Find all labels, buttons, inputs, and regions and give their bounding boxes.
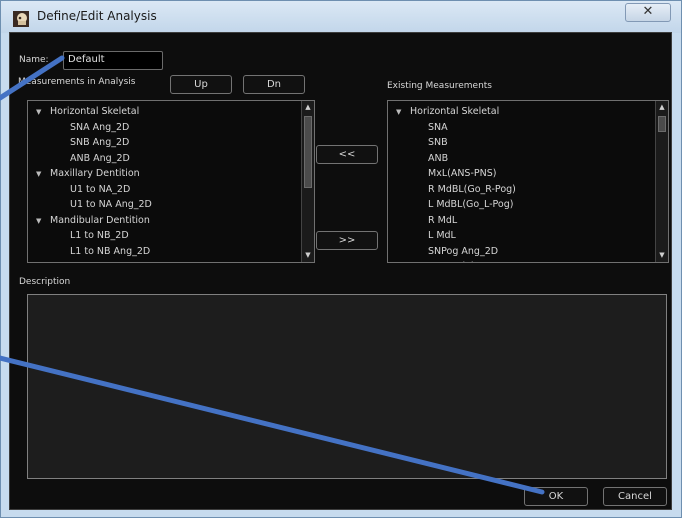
scroll-thumb[interactable] [658, 116, 666, 132]
dialog-body: Name: Default Measurements in Analysis U… [9, 32, 672, 510]
existing-item[interactable]: R MdL [388, 213, 668, 229]
analysis-item[interactable]: L1 to NB Ang_2D [28, 244, 314, 260]
app-skull-icon [13, 11, 29, 27]
analysis-tree: ▼ Horizontal Skeletal SNA Ang_2D SNB Ang_2D… [28, 101, 314, 262]
analysis-group[interactable]: ▼ Mandibular Dentition [28, 213, 314, 229]
analysis-item[interactable]: ANB Ang_2D [28, 151, 314, 167]
analysis-label: Measurements in Analysis [18, 77, 136, 87]
existing-tree: ▼ Horizontal Skeletal SNA SNB ANB MxL(ANS-PNS… [388, 101, 668, 262]
existing-item[interactable]: SNPog Ang_2D [388, 244, 668, 260]
name-field[interactable]: Default [63, 51, 163, 70]
scroll-up-icon[interactable]: ▲ [302, 101, 314, 114]
existing-item[interactable]: Up Conial Ang_2D [388, 259, 668, 262]
analysis-item[interactable]: SNA Ang_2D [28, 120, 314, 136]
title-bar[interactable]: Define/Edit Analysis ✕ [1, 1, 681, 33]
existing-measurements-list[interactable]: ▼ Horizontal Skeletal SNA SNB ANB MxL(ANS-PNS… [387, 100, 669, 263]
existing-item[interactable]: L MdBL(Go_L-Pog) [388, 197, 668, 213]
existing-item[interactable]: ANB [388, 151, 668, 167]
expand-triangle-icon[interactable]: ▼ [36, 214, 50, 230]
analysis-scrollbar[interactable]: ▲ ▼ [301, 101, 314, 262]
up-button[interactable]: Up [170, 75, 232, 94]
expand-triangle-icon[interactable]: ▼ [36, 167, 50, 183]
existing-label: Existing Measurements [387, 81, 492, 91]
group-label: Horizontal Skeletal [410, 106, 500, 117]
ok-button[interactable]: OK [524, 487, 588, 506]
existing-item[interactable]: MxL(ANS-PNS) [388, 166, 668, 182]
analysis-group[interactable]: ▼ Horizontal Skeletal [28, 104, 314, 120]
cancel-button[interactable]: Cancel [603, 487, 667, 506]
analysis-group[interactable]: ▼ Maxillary Dentition [28, 166, 314, 182]
scroll-down-icon[interactable]: ▼ [302, 249, 314, 262]
analysis-item[interactable]: SNB Ang_2D [28, 135, 314, 151]
group-label: Horizontal Skeletal [50, 106, 140, 117]
analysis-measurements-list[interactable]: ▼ Horizontal Skeletal SNA Ang_2D SNB Ang_2D… [27, 100, 315, 263]
group-label: Mandibular Dentition [50, 214, 150, 226]
down-button[interactable]: Dn [243, 75, 305, 94]
description-field[interactable] [27, 294, 667, 479]
close-icon: ✕ [642, 4, 654, 19]
analysis-item[interactable]: U1 to NA_2D [28, 182, 314, 198]
existing-item[interactable]: R MdBL(Go_R-Pog) [388, 182, 668, 198]
scroll-thumb[interactable] [304, 116, 312, 188]
analysis-item[interactable]: U1 to L1 Ang_2D [28, 259, 314, 262]
expand-triangle-icon[interactable]: ▼ [396, 105, 410, 121]
define-edit-analysis-dialog: Define/Edit Analysis ✕ Name: Default Mea… [0, 0, 682, 518]
description-label: Description [19, 277, 71, 287]
expand-triangle-icon[interactable]: ▼ [36, 105, 50, 121]
existing-item[interactable]: SNA [388, 120, 668, 136]
existing-item[interactable]: L MdL [388, 228, 668, 244]
group-label: Maxillary Dentition [50, 168, 140, 179]
name-label: Name: [19, 55, 49, 65]
existing-group[interactable]: ▼ Horizontal Skeletal [388, 104, 668, 120]
window-title: Define/Edit Analysis [37, 9, 157, 23]
existing-scrollbar[interactable]: ▲ ▼ [655, 101, 668, 262]
analysis-item[interactable]: U1 to NA Ang_2D [28, 197, 314, 213]
scroll-down-icon[interactable]: ▼ [656, 249, 668, 262]
existing-item[interactable]: SNB [388, 135, 668, 151]
scroll-up-icon[interactable]: ▲ [656, 101, 668, 114]
analysis-item[interactable]: L1 to NB_2D [28, 228, 314, 244]
remove-from-analysis-button[interactable]: >> [316, 231, 378, 250]
close-button[interactable]: ✕ [625, 3, 671, 22]
add-to-analysis-button[interactable]: << [316, 145, 378, 164]
